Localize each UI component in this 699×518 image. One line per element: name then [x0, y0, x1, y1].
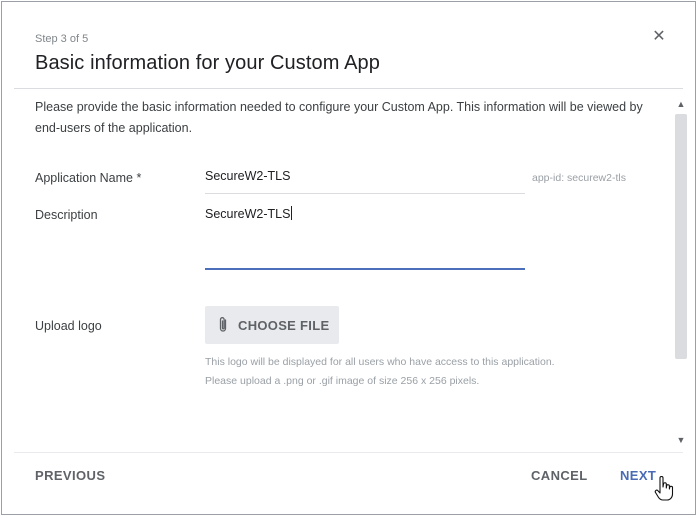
scroll-up-arrow-icon[interactable]: ▲: [673, 97, 689, 111]
hand-pointer-icon: [654, 476, 674, 501]
previous-button[interactable]: PREVIOUS: [35, 468, 105, 483]
description-underline: [205, 268, 525, 270]
close-icon[interactable]: ✕: [650, 28, 668, 46]
app-id-text: app-id: securew2-tls: [532, 172, 626, 184]
footer-divider: [14, 452, 683, 453]
logo-help-line-2: Please upload a .png or .gif image of si…: [205, 375, 480, 387]
scrollbar[interactable]: ▲ ▼: [673, 97, 689, 447]
description-text: SecureW2-TLS: [205, 207, 291, 221]
text-caret: [291, 206, 293, 220]
upload-logo-label: Upload logo: [35, 319, 102, 333]
scroll-down-arrow-icon[interactable]: ▼: [673, 433, 689, 447]
dialog-title: Basic information for your Custom App: [35, 52, 380, 74]
app-name-underline: [205, 193, 525, 194]
dialog: Step 3 of 5 ✕ Basic information for your…: [1, 1, 696, 515]
description-label: Description: [35, 208, 98, 222]
logo-help-line-1: This logo will be displayed for all user…: [205, 356, 555, 368]
choose-file-label: CHOOSE FILE: [238, 317, 330, 333]
step-indicator: Step 3 of 5: [35, 33, 89, 45]
logo-help-text: This logo will be displayed for all user…: [205, 353, 645, 391]
intro-text: Please provide the basic information nee…: [35, 100, 643, 135]
app-name-label: Application Name *: [35, 171, 142, 185]
scrollbar-thumb[interactable]: [675, 114, 687, 359]
paperclip-icon: [219, 317, 227, 332]
next-button[interactable]: NEXT: [620, 468, 656, 483]
app-name-input[interactable]: SecureW2-TLS: [205, 169, 290, 183]
description-input[interactable]: SecureW2-TLS: [205, 206, 525, 266]
header-divider: [14, 88, 683, 89]
choose-file-button[interactable]: CHOOSE FILE: [205, 306, 339, 344]
cancel-button[interactable]: CANCEL: [531, 468, 588, 483]
